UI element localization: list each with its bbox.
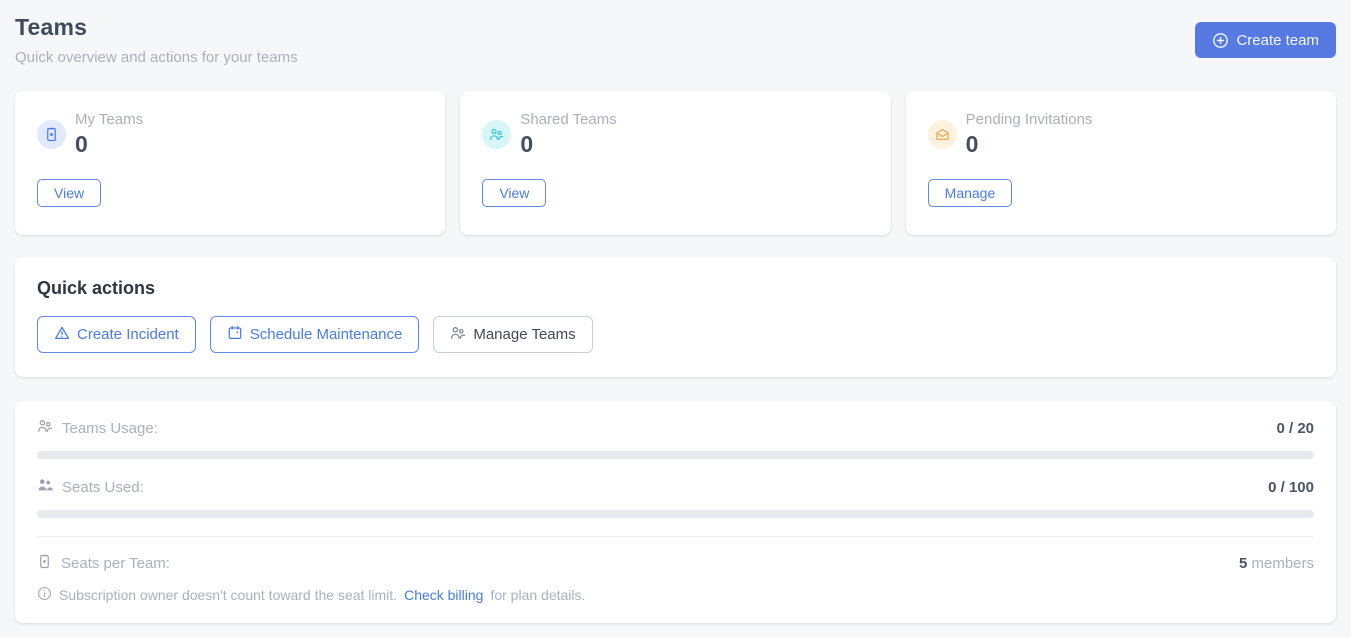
quick-actions-buttons: Create Incident Schedule Maintenance bbox=[37, 316, 1314, 353]
seats-per-team-suffix: members bbox=[1251, 555, 1314, 572]
create-incident-label: Create Incident bbox=[77, 326, 179, 343]
id-badge-icon bbox=[37, 120, 66, 149]
seat-limit-note: Subscription owner doesn't count toward … bbox=[37, 586, 1314, 604]
create-team-button[interactable]: Create team bbox=[1195, 22, 1336, 58]
check-billing-link[interactable]: Check billing bbox=[404, 587, 483, 603]
card-value: 0 bbox=[520, 131, 616, 158]
manage-invitations-button[interactable]: Manage bbox=[928, 179, 1013, 207]
info-circle-icon bbox=[37, 586, 52, 604]
users-icon bbox=[482, 120, 511, 149]
schedule-maintenance-button[interactable]: Schedule Maintenance bbox=[210, 316, 420, 353]
circle-plus-icon bbox=[1212, 32, 1229, 49]
users-icon bbox=[450, 325, 466, 345]
my-teams-card: My Teams 0 View bbox=[15, 91, 445, 235]
usage-panel: Teams Usage: 0 / 20 Seats Used: 0 / 100 bbox=[15, 401, 1336, 623]
quick-actions-title: Quick actions bbox=[37, 278, 1314, 299]
seats-per-team-number: 5 bbox=[1239, 555, 1247, 572]
page-header: Teams Quick overview and actions for you… bbox=[15, 14, 1336, 66]
pending-invitations-card: Pending Invitations 0 Manage bbox=[906, 91, 1336, 235]
users-filled-icon bbox=[37, 477, 53, 497]
pending-invitations-card-text: Pending Invitations 0 bbox=[966, 111, 1093, 158]
seats-per-team-row: Seats per Team: 5 members bbox=[37, 554, 1314, 573]
stat-cards-row: My Teams 0 View Shared Teams bbox=[15, 91, 1336, 235]
view-shared-teams-button[interactable]: View bbox=[482, 179, 546, 207]
teams-usage-progressbar bbox=[37, 451, 1314, 459]
teams-usage-label: Teams Usage: bbox=[62, 420, 158, 437]
card-value: 0 bbox=[75, 131, 143, 158]
page-subtitle: Quick overview and actions for your team… bbox=[15, 49, 298, 66]
id-badge-icon bbox=[37, 554, 52, 573]
seats-used-progressbar bbox=[37, 510, 1314, 518]
seats-per-team-label: Seats per Team: bbox=[61, 555, 170, 572]
usage-divider bbox=[37, 536, 1314, 537]
manage-teams-label: Manage Teams bbox=[473, 326, 575, 343]
quick-actions-panel: Quick actions Create Incident bbox=[15, 257, 1336, 377]
create-incident-button[interactable]: Create Incident bbox=[37, 316, 196, 353]
my-teams-card-text: My Teams 0 bbox=[75, 111, 143, 158]
page-title: Teams bbox=[15, 14, 298, 41]
create-team-label: Create team bbox=[1236, 32, 1319, 49]
seats-used-row: Seats Used: 0 / 100 bbox=[37, 477, 1314, 497]
seats-per-team-value: 5 members bbox=[1239, 555, 1314, 572]
manage-teams-button[interactable]: Manage Teams bbox=[433, 316, 592, 353]
seats-used-label: Seats Used: bbox=[62, 479, 144, 496]
note-text-after: for plan details. bbox=[490, 587, 585, 603]
card-label: Shared Teams bbox=[520, 111, 616, 128]
teams-usage-value: 0 / 20 bbox=[1276, 420, 1314, 437]
calendar-icon bbox=[227, 325, 243, 345]
card-label: My Teams bbox=[75, 111, 143, 128]
note-text-before: Subscription owner doesn't count toward … bbox=[59, 587, 397, 603]
warning-triangle-icon bbox=[54, 325, 70, 345]
users-outline-icon bbox=[37, 418, 53, 438]
view-my-teams-button[interactable]: View bbox=[37, 179, 101, 207]
seats-used-value: 0 / 100 bbox=[1268, 479, 1314, 496]
shared-teams-card: Shared Teams 0 View bbox=[460, 91, 890, 235]
card-value: 0 bbox=[966, 131, 1093, 158]
teams-usage-row: Teams Usage: 0 / 20 bbox=[37, 418, 1314, 438]
schedule-maintenance-label: Schedule Maintenance bbox=[250, 326, 403, 343]
card-label: Pending Invitations bbox=[966, 111, 1093, 128]
mail-open-icon bbox=[928, 120, 957, 149]
teams-page: Teams Quick overview and actions for you… bbox=[0, 0, 1351, 637]
shared-teams-card-text: Shared Teams 0 bbox=[520, 111, 616, 158]
page-header-text: Teams Quick overview and actions for you… bbox=[15, 14, 298, 66]
